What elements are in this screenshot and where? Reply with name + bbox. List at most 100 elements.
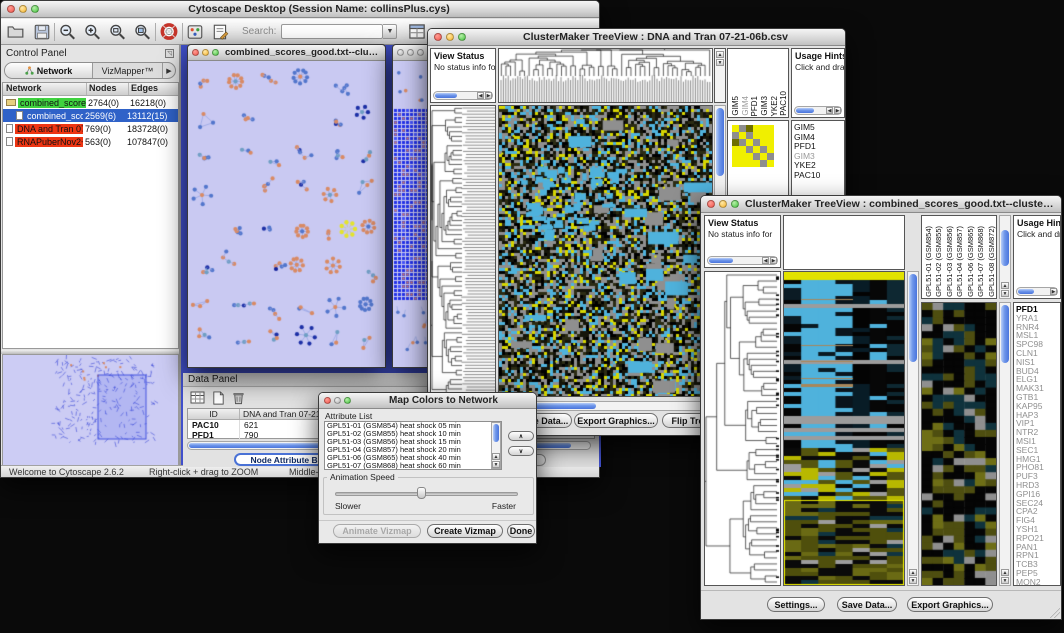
col-header-nodes[interactable]: Nodes (87, 83, 129, 95)
search-dropdown-icon[interactable]: ▼ (383, 24, 397, 39)
dialog-titlebar[interactable]: Map Colors to Network (319, 393, 536, 409)
col-header-network[interactable]: Network (3, 83, 87, 95)
resize-grip[interactable] (1050, 608, 1060, 618)
attribute-list-item[interactable]: GPL51-07 (GSM868) heat shock 60 min (325, 462, 501, 470)
tv2-column-label[interactable]: GPL51-01 (GSM854) (924, 226, 933, 297)
tv2-zoom-vscrollbar[interactable]: ▲ ▼ (999, 302, 1011, 586)
tv1-column-label[interactable]: GIM4 (741, 96, 750, 116)
tv2-column-label[interactable]: GPL51-07 (GSM868) (976, 226, 985, 297)
tv1-column-label[interactable]: GIM5 (731, 96, 740, 116)
tv1-column-label[interactable]: PFD1 (750, 96, 759, 116)
done-button[interactable]: Done (507, 524, 535, 538)
search-input[interactable] (281, 24, 383, 39)
close-icon[interactable] (7, 5, 15, 13)
tv2-column-label[interactable]: GPL51-02 (GSM855) (934, 226, 943, 297)
tv1-heatmap-canvas[interactable] (499, 106, 712, 396)
attribute-browser-icon[interactable] (407, 22, 427, 41)
close-icon[interactable] (707, 200, 715, 208)
dp-col-id[interactable]: ID (188, 409, 240, 419)
tab-vizmapper[interactable]: VizMapper™ (93, 63, 162, 78)
tv1-row-dendrogram-canvas[interactable] (431, 106, 495, 396)
settings-button[interactable]: Settings... (767, 597, 825, 612)
tab-network[interactable]: Network (5, 63, 93, 78)
zoom-selected-icon[interactable] (108, 23, 127, 41)
close-icon[interactable] (434, 33, 442, 41)
network-view-2-titlebar[interactable] (393, 45, 431, 61)
network-tree-row[interactable]: DNA and Tran 07769(0)183728(0) (3, 122, 178, 135)
zoom-window-icon[interactable] (458, 33, 466, 41)
animation-speed-slider-track[interactable] (335, 492, 518, 496)
minimize-icon[interactable] (446, 33, 454, 41)
network-graph-canvas[interactable] (188, 61, 385, 367)
delete-attribute-icon[interactable] (231, 390, 246, 406)
up-arrow-icon[interactable]: ▲ (716, 51, 724, 58)
zoom-fit-icon[interactable] (133, 23, 152, 41)
export-graphics-button[interactable]: Export Graphics... (907, 597, 993, 612)
help-icon[interactable] (159, 22, 179, 41)
close-icon[interactable] (397, 49, 404, 56)
zoom-window-icon[interactable] (417, 49, 424, 56)
main-titlebar[interactable]: Cytoscape Desktop (Session Name: collins… (1, 1, 599, 18)
dense-network-canvas[interactable] (393, 61, 431, 367)
save-data-button[interactable]: Save Data... (837, 597, 897, 612)
zoom-window-icon[interactable] (212, 49, 219, 56)
tv2-column-label[interactable]: GPL51-03 (GSM856) (945, 226, 954, 297)
animate-vizmap-button[interactable]: Animate Vizmap (333, 524, 421, 538)
open-file-icon[interactable] (6, 23, 25, 41)
close-icon[interactable] (192, 49, 199, 56)
tv2-column-label[interactable]: GPL51-06 (GSM865) (966, 226, 975, 297)
tv2-labels-vscrollbar[interactable]: ▲ ▼ (999, 215, 1011, 299)
tv1-status-scrollbar[interactable]: ◀ ▶ (433, 91, 493, 100)
col-header-edges[interactable]: Edges (129, 83, 178, 95)
zoom-window-icon[interactable] (344, 397, 351, 404)
treeview-dna-titlebar[interactable]: ClusterMaker TreeView : DNA and Tran 07-… (428, 29, 845, 46)
new-attribute-icon[interactable] (211, 390, 226, 406)
minimize-icon[interactable] (19, 5, 27, 13)
network-view-titlebar[interactable]: combined_scores_good.txt--cluste... (188, 45, 385, 61)
cytopanel-icon[interactable] (186, 23, 204, 41)
tv1-column-label[interactable]: GIM3 (760, 96, 769, 116)
network-tree-row[interactable]: RNAPuberNov2+563(0)107847(0) (3, 135, 178, 148)
row-id: PAC10 (188, 420, 240, 430)
network-tree-row[interactable]: combined_scores2764(0)16218(0) (3, 96, 178, 109)
move-down-button[interactable]: ∨ (508, 446, 534, 456)
tv2-heatmap-canvas[interactable] (784, 272, 904, 585)
select-attributes-icon[interactable] (189, 390, 206, 406)
close-icon[interactable] (324, 397, 331, 404)
tab-overflow-icon[interactable]: ▶ (162, 63, 175, 78)
tv2-hints-scrollbar[interactable]: ▶ (1016, 287, 1058, 296)
zoom-window-icon[interactable] (31, 5, 39, 13)
tv2-row-dendrogram-canvas[interactable] (705, 272, 780, 585)
minimize-icon[interactable] (202, 49, 209, 56)
minimize-icon[interactable] (719, 200, 727, 208)
minimize-icon[interactable] (334, 397, 341, 404)
attribute-list-vscrollbar[interactable]: ▲ ▼ (491, 422, 501, 469)
save-icon[interactable] (33, 23, 51, 41)
zoom-in-icon[interactable] (83, 23, 102, 41)
tv2-zoom-heatmap-canvas[interactable] (922, 303, 996, 585)
treeview-combined-titlebar[interactable]: ClusterMaker TreeView : combined_scores_… (701, 196, 1061, 213)
zoom-out-icon[interactable] (58, 23, 77, 41)
tv1-column-dendrogram-canvas[interactable] (499, 49, 712, 102)
tv2-column-label[interactable]: GPL51-08 (GSM872) (987, 226, 996, 297)
minimize-icon[interactable] (407, 49, 414, 56)
tv2-gene-item[interactable]: MON2 (1014, 578, 1060, 586)
animation-speed-slider-thumb[interactable] (417, 487, 426, 499)
annotation-icon[interactable] (211, 23, 230, 41)
export-graphics-button[interactable]: Export Graphics... (574, 413, 658, 428)
tv1-column-label[interactable]: YKE2 (770, 96, 779, 116)
network-tree-row[interactable]: combined_sco2569(6)13112(15) (3, 109, 178, 122)
tv1-column-label[interactable]: PAC10 (779, 91, 788, 116)
tv2-column-label[interactable]: GPL51-04 (GSM857) (955, 226, 964, 297)
move-up-button[interactable]: ∧ (508, 431, 534, 441)
float-panel-icon[interactable]: ◹ (165, 49, 174, 58)
tv2-heatmap-vscrollbar[interactable]: ▲ ▼ (907, 271, 919, 586)
down-arrow-icon[interactable]: ▼ (716, 59, 724, 66)
create-vizmap-button[interactable]: Create Vizmap (427, 524, 503, 538)
tv1-hints-scrollbar[interactable]: ◀ ▶ (794, 106, 842, 115)
tv1-similarity-matrix[interactable] (732, 125, 774, 167)
tv1-gene-item[interactable]: PAC10 (792, 171, 844, 181)
tv2-status-scrollbar[interactable]: ◀ ▶ (707, 256, 778, 265)
zoom-window-icon[interactable] (731, 200, 739, 208)
network-overview-canvas[interactable] (3, 355, 178, 465)
